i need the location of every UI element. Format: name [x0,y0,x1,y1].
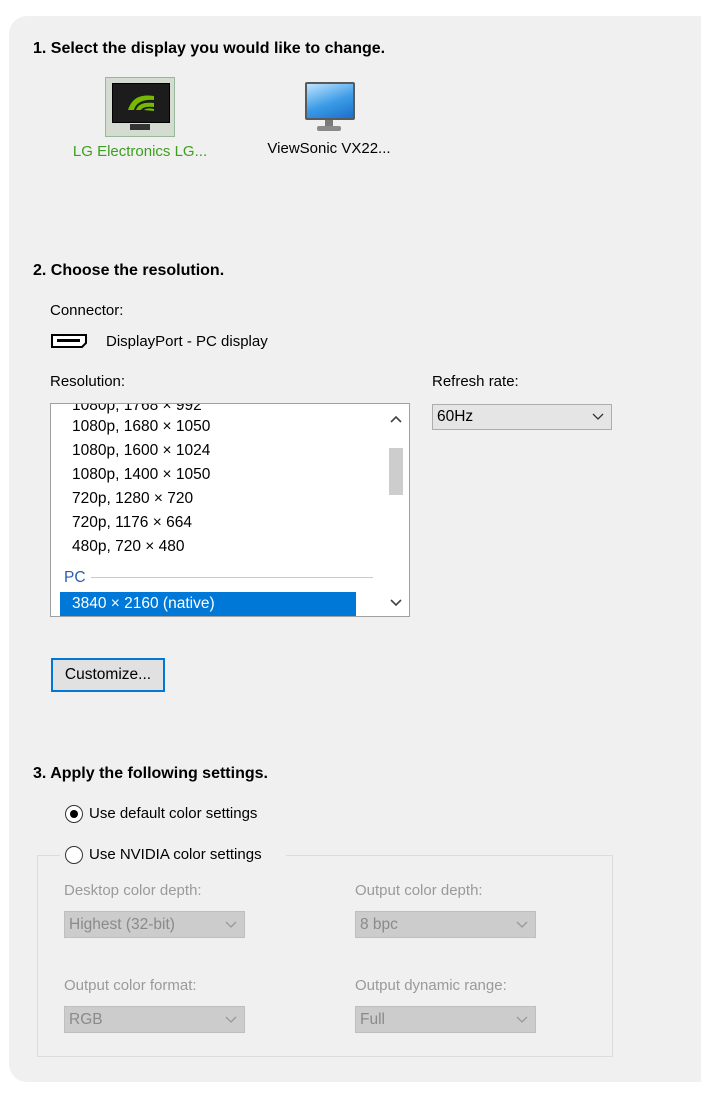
chevron-down-icon [218,921,244,929]
desktop-depth-value: Highest (32-bit) [69,915,175,933]
output-depth-label: Output color depth: [355,882,483,899]
chevron-down-icon [218,1016,244,1024]
list-item[interactable]: 480p, 720 × 480 [72,535,184,559]
refresh-rate-label: Refresh rate: [432,373,519,390]
output-format-value: RGB [69,1010,103,1028]
resolution-label: Resolution: [50,373,126,390]
display-name-lg: LG Electronics LG... [72,143,208,160]
dynamic-range-label: Output dynamic range: [355,977,507,994]
output-depth-select[interactable]: 8 bpc [355,911,536,938]
customize-button[interactable]: Customize... [51,658,165,692]
list-item[interactable]: 1080p, 1600 × 1024 [72,439,210,463]
list-group-divider [91,577,373,578]
connector-value: DisplayPort - PC display [106,333,268,350]
refresh-rate-value: 60Hz [437,408,474,425]
dynamic-range-select[interactable]: Full [355,1006,536,1033]
list-item[interactable]: 1080p, 1680 × 1050 [72,415,210,439]
list-group-header-pc: PC [64,569,86,586]
output-format-select[interactable]: RGB [64,1006,245,1033]
desktop-depth-label: Desktop color depth: [64,882,202,899]
displayport-icon [51,334,87,353]
list-item[interactable]: 720p, 1176 × 664 [72,511,192,535]
monitor-icon [303,80,355,132]
connector-label: Connector: [50,302,124,319]
display-tile-viewsonic[interactable]: ViewSonic VX22... [252,80,406,157]
list-scrollbar[interactable] [383,404,409,616]
list-item[interactable]: 720p, 1280 × 720 [72,487,193,511]
nvidia-color-radio[interactable] [65,846,83,864]
desktop-depth-select[interactable]: Highest (32-bit) [64,911,245,938]
list-item-selected[interactable]: 3840 × 2160 (native) [60,592,356,616]
scroll-up-icon[interactable] [383,408,409,430]
display-name-viewsonic: ViewSonic VX22... [267,140,391,157]
section1-title: 1. Select the display you would like to … [33,40,386,57]
scroll-thumb[interactable] [389,448,403,495]
chevron-down-icon [509,1016,535,1024]
resolution-listbox[interactable]: 1080p, 1768 × 992 1080p, 1680 × 1050 108… [50,403,410,617]
dynamic-range-value: Full [360,1010,385,1028]
nvidia-monitor-icon [105,77,175,137]
list-item[interactable]: 1080p, 1400 × 1050 [72,463,210,487]
chevron-down-icon [585,413,611,421]
chevron-down-icon [509,921,535,929]
nvidia-color-label[interactable]: Use NVIDIA color settings [89,846,262,863]
output-format-label: Output color format: [64,977,197,994]
refresh-rate-select[interactable]: 60Hz [432,404,612,430]
scroll-down-icon[interactable] [383,592,409,614]
section2-title: 2. Choose the resolution. [33,262,225,279]
default-color-radio[interactable] [65,805,83,823]
default-color-label[interactable]: Use default color settings [89,805,257,822]
section3-title: 3. Apply the following settings. [33,765,268,782]
display-tile-lg[interactable]: LG Electronics LG... [58,77,222,160]
output-depth-value: 8 bpc [360,915,398,933]
